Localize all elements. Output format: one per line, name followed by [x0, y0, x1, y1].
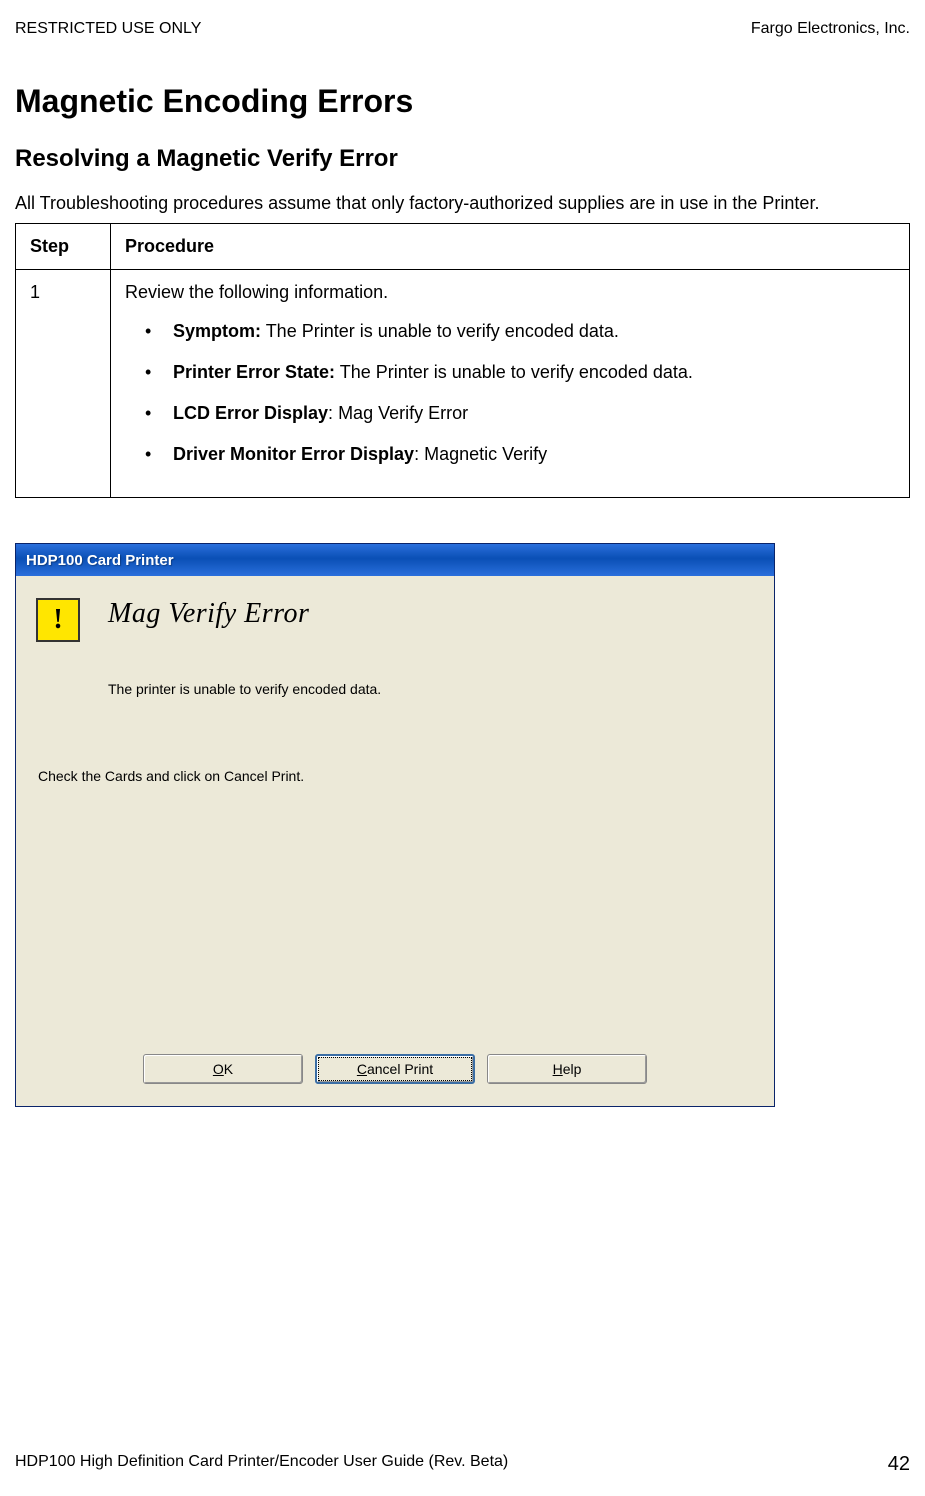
- page-footer: HDP100 High Definition Card Printer/Enco…: [15, 1453, 910, 1476]
- intro-text: All Troubleshooting procedures assume th…: [15, 191, 910, 215]
- error-dialog: HDP100 Card Printer ! Mag Verify Error T…: [15, 543, 775, 1107]
- list-item: Printer Error State: The Printer is unab…: [145, 362, 895, 383]
- item-text: Mag Verify Error: [333, 403, 468, 423]
- item-label: LCD Error Display: [173, 403, 328, 423]
- dialog-message-1: The printer is unable to verify encoded …: [108, 680, 754, 698]
- table-row: 1 Review the following information. Symp…: [16, 270, 910, 498]
- ok-rest: K: [224, 1061, 233, 1077]
- dialog-titlebar: HDP100 Card Printer: [16, 544, 774, 576]
- procedure-cell: Review the following information. Sympto…: [111, 270, 910, 498]
- dialog-body: ! Mag Verify Error The printer is unable…: [16, 576, 774, 1106]
- list-item: Driver Monitor Error Display: Magnetic V…: [145, 444, 895, 465]
- col-procedure: Procedure: [111, 224, 910, 270]
- item-label: Printer Error State:: [173, 362, 335, 382]
- help-button[interactable]: Help: [487, 1054, 647, 1084]
- page-number: 42: [888, 1453, 910, 1476]
- page-title: Magnetic Encoding Errors: [15, 83, 910, 120]
- procedure-lead: Review the following information.: [125, 282, 895, 303]
- step-number: 1: [16, 270, 111, 498]
- item-label: Symptom:: [173, 321, 261, 341]
- procedure-table: Step Procedure 1 Review the following in…: [15, 223, 910, 498]
- list-item: LCD Error Display: Mag Verify Error: [145, 403, 895, 424]
- warning-icon: !: [36, 598, 80, 642]
- cancel-underline: C: [357, 1061, 367, 1077]
- page-header: RESTRICTED USE ONLY Fargo Electronics, I…: [15, 20, 910, 38]
- item-label: Driver Monitor Error Display: [173, 444, 414, 464]
- dialog-heading: Mag Verify Error: [108, 598, 309, 630]
- help-underline: H: [553, 1061, 563, 1077]
- dialog-message-2: Check the Cards and click on Cancel Prin…: [38, 768, 754, 784]
- section-title: Resolving a Magnetic Verify Error: [15, 145, 910, 173]
- col-step: Step: [16, 224, 111, 270]
- item-text: Magnetic Verify: [419, 444, 547, 464]
- dialog-button-row: OK Cancel Print Help: [16, 1054, 774, 1084]
- item-text: The Printer is unable to verify encoded …: [261, 321, 619, 341]
- ok-button[interactable]: OK: [143, 1054, 303, 1084]
- list-item: Symptom: The Printer is unable to verify…: [145, 321, 895, 342]
- item-text: The Printer is unable to verify encoded …: [335, 362, 693, 382]
- header-right: Fargo Electronics, Inc.: [751, 20, 910, 38]
- footer-left: HDP100 High Definition Card Printer/Enco…: [15, 1453, 508, 1476]
- help-rest: elp: [563, 1061, 582, 1077]
- header-left: RESTRICTED USE ONLY: [15, 20, 201, 38]
- cancel-print-button[interactable]: Cancel Print: [315, 1054, 475, 1084]
- table-header-row: Step Procedure: [16, 224, 910, 270]
- ok-underline: O: [213, 1061, 224, 1077]
- cancel-rest: ancel Print: [367, 1061, 433, 1077]
